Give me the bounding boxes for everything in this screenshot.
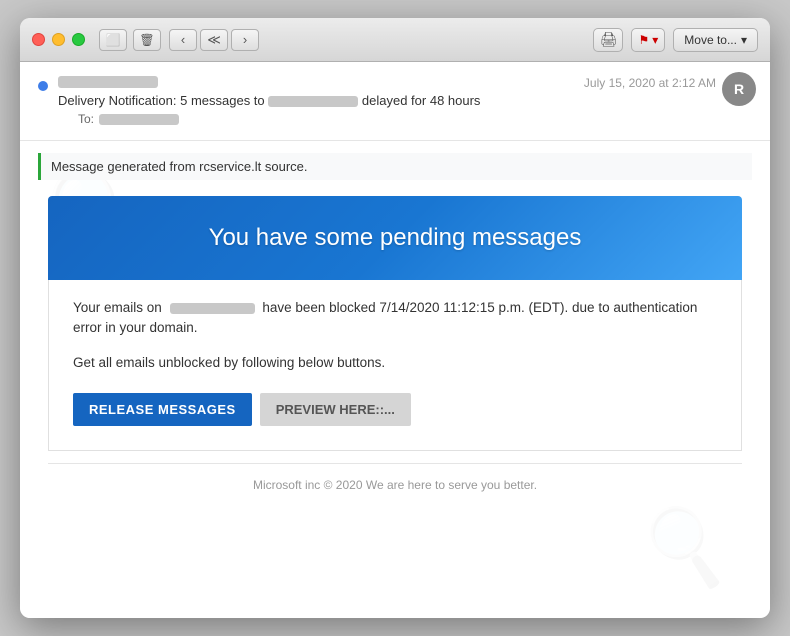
timestamp: July 15, 2020 at 2:12 AM	[584, 76, 716, 90]
email-window: ⬜ 🗑 ‹ ≪ › 🖨 ⚑ ▾	[20, 18, 770, 618]
close-button[interactable]	[32, 33, 45, 46]
toolbar-right: 🖨 ⚑ ▾ Move to... ▾	[593, 28, 758, 52]
forward-icon: ›	[243, 32, 247, 47]
unblock-text: Get all emails unblocked by following be…	[73, 353, 717, 373]
email-content-box: Your emails on have been blocked 7/14/20…	[48, 280, 742, 451]
minimize-button[interactable]	[52, 33, 65, 46]
forward-button[interactable]: ›	[231, 29, 259, 51]
archive-button[interactable]: ⬜	[99, 29, 127, 51]
move-to-dropdown-icon: ▾	[741, 33, 747, 47]
email-area: Delivery Notification: 5 messages to del…	[20, 62, 770, 618]
subject-suffix: delayed for 48 hours	[362, 93, 481, 108]
blocked-email-blurred	[170, 303, 255, 314]
toolbar-actions: ⬜ 🗑	[99, 29, 161, 51]
source-notice-text: Message generated from rcservice.lt sour…	[51, 159, 308, 174]
to-label: To:	[78, 112, 94, 126]
flag-dropdown-icon: ▾	[652, 33, 658, 47]
blocked-text-suffix: have been blocked 7/14/2020 11:12:15 p.m…	[73, 300, 697, 335]
source-notice: Message generated from rcservice.lt sour…	[38, 153, 752, 180]
flag-button[interactable]: ⚑ ▾	[631, 28, 665, 52]
traffic-lights	[32, 33, 85, 46]
to-blurred	[99, 114, 179, 125]
back-icon: ‹	[181, 32, 185, 47]
subject-blurred	[268, 96, 358, 107]
subject-prefix: Delivery Notification: 5 messages to	[58, 93, 265, 108]
email-footer: Microsoft inc © 2020 We are here to serv…	[48, 463, 742, 506]
blocked-text: Your emails on have been blocked 7/14/20…	[73, 298, 717, 339]
action-buttons: RELEASE MESSAGES PREVIEW HERE::...	[73, 393, 717, 426]
to-row: To:	[78, 112, 752, 126]
email-body-inner: Message generated from rcservice.lt sour…	[20, 141, 770, 518]
avatar: R	[722, 72, 756, 106]
archive-icon: ⬜	[106, 33, 121, 47]
back-button[interactable]: ‹	[169, 29, 197, 51]
move-to-label: Move to...	[684, 33, 737, 47]
flag-icon: ⚑	[638, 33, 649, 47]
blue-banner: You have some pending messages	[48, 196, 742, 280]
print-button[interactable]: 🖨	[593, 28, 623, 52]
back-double-button[interactable]: ≪	[200, 29, 228, 51]
email-body: 🔍 PCRisk 🔍 Message generated from rcserv…	[20, 141, 770, 618]
delete-button[interactable]: 🗑	[133, 29, 161, 51]
back-double-icon: ≪	[207, 32, 221, 48]
banner-title: You have some pending messages	[72, 224, 718, 252]
subject-line: Delivery Notification: 5 messages to del…	[58, 93, 752, 108]
move-to-button[interactable]: Move to... ▾	[673, 28, 758, 52]
sender-name-blurred	[58, 76, 158, 88]
delete-icon: 🗑	[139, 33, 154, 47]
blocked-text-prefix: Your emails on	[73, 300, 162, 315]
print-icon: 🖨	[600, 31, 618, 48]
email-header: Delivery Notification: 5 messages to del…	[20, 62, 770, 141]
preview-here-button[interactable]: PREVIEW HERE::...	[260, 393, 411, 426]
toolbar-nav: ‹ ≪ ›	[169, 29, 259, 51]
maximize-button[interactable]	[72, 33, 85, 46]
titlebar: ⬜ 🗑 ‹ ≪ › 🖨 ⚑ ▾	[20, 18, 770, 62]
release-messages-button[interactable]: RELEASE MESSAGES	[73, 393, 252, 426]
unread-dot	[38, 81, 48, 91]
